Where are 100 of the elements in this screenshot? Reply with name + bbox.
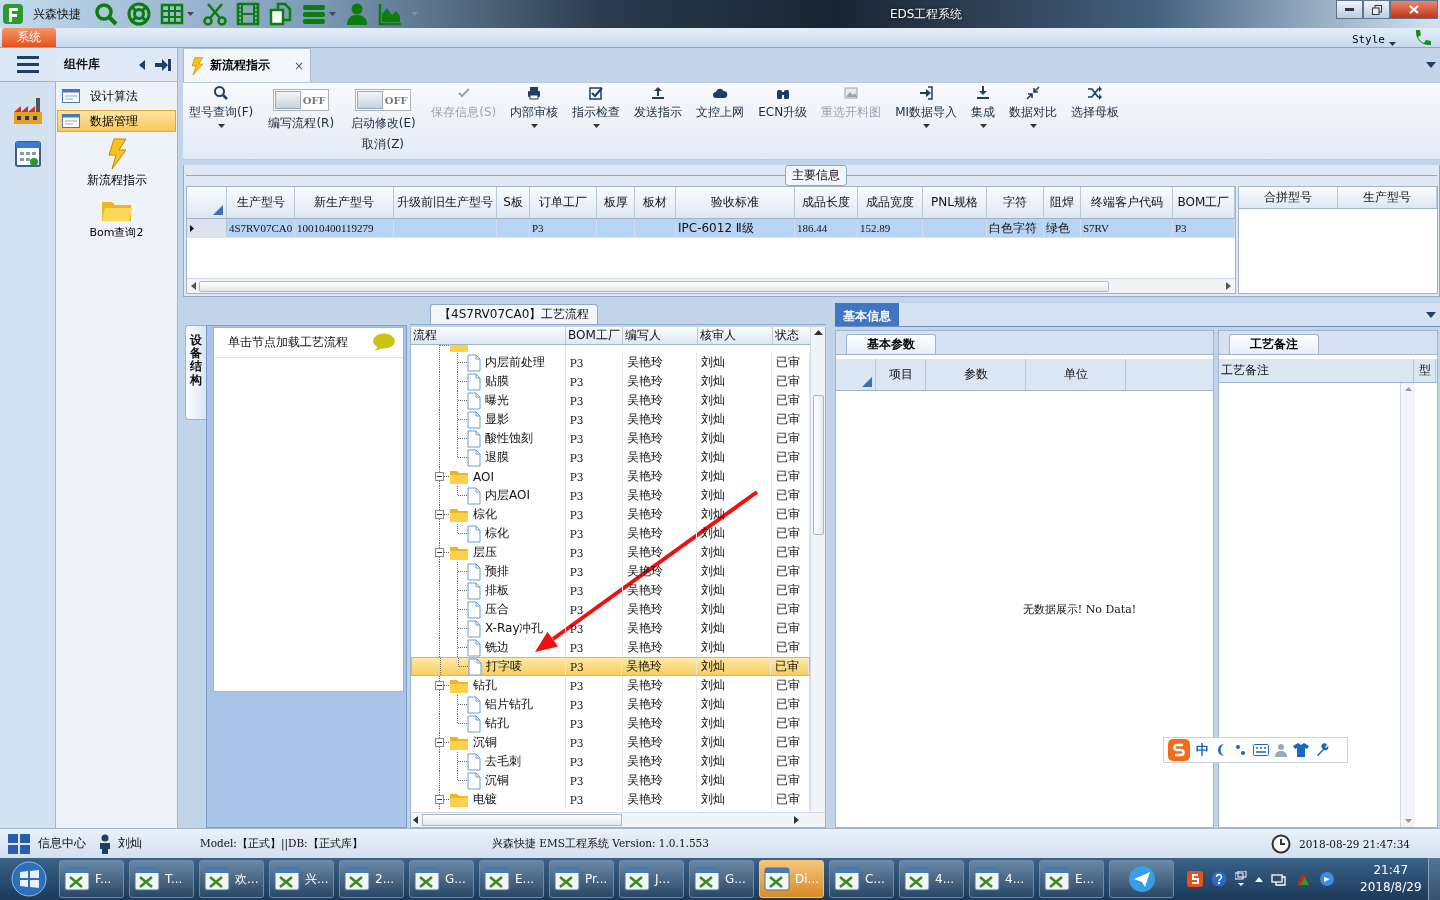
scrollbar[interactable]	[1400, 383, 1415, 827]
column-header[interactable]: 生产型号	[227, 187, 295, 218]
column-header[interactable]: 升级前旧生产型号	[394, 187, 497, 218]
tree-row[interactable]: 棕化 P3 吴艳玲 刘灿 已审	[411, 524, 811, 543]
column-header[interactable]: BOM工厂	[566, 327, 623, 344]
show-desktop-button[interactable]	[1428, 858, 1440, 900]
tree-row[interactable]: 钻孔 P3 吴艳玲 刘灿 已审	[411, 676, 811, 695]
column-header[interactable]: 型	[1414, 359, 1436, 382]
tree-row[interactable]: 钻孔 P3 吴艳玲 刘灿 已审	[411, 714, 811, 733]
column-header[interactable]: 工艺备注	[1219, 359, 1414, 382]
column-header[interactable]: 新生产型号	[295, 187, 394, 218]
collapse-icon[interactable]	[435, 548, 444, 557]
shield-icon[interactable]	[1319, 871, 1335, 887]
taskbar-button[interactable]: 2...	[339, 860, 404, 898]
table-icon[interactable]	[160, 2, 184, 26]
tree-node-label[interactable]: 铝片钻孔	[485, 696, 533, 713]
tree-row[interactable]: 内层AOI P3 吴艳玲 刘灿 已审	[411, 486, 811, 505]
toolbar-button[interactable]: 型号查询(F)	[187, 83, 256, 159]
calendar-icon[interactable]	[13, 138, 42, 168]
dropdown-icon[interactable]	[1426, 311, 1436, 318]
tree-node-label[interactable]: 钻孔	[473, 677, 497, 694]
input-method-icon[interactable]	[1187, 871, 1203, 887]
scrollbar[interactable]	[810, 327, 825, 812]
column-header[interactable]: S板	[497, 187, 530, 218]
scrollbar-thumb[interactable]	[422, 814, 622, 826]
tree-node-label[interactable]: X-Ray冲孔	[485, 620, 544, 637]
column-header[interactable]: 板材	[635, 187, 676, 218]
toolbar-button[interactable]: MI数据导入	[893, 83, 960, 159]
tree-node-label[interactable]: 退膜	[485, 449, 509, 466]
column-header[interactable]: 项目	[876, 359, 926, 390]
tree-row[interactable]: AOI P3 吴艳玲 刘灿 已审	[411, 467, 811, 486]
taskbar-button[interactable]: C...	[829, 860, 894, 898]
tree-node-label[interactable]: AOI	[473, 469, 494, 484]
close-tab-button[interactable]: ×	[293, 58, 304, 73]
show-hidden-icon[interactable]	[1255, 876, 1263, 882]
taskbar-button[interactable]: 欢...	[199, 860, 264, 898]
tree-node-label[interactable]: 预排	[485, 563, 509, 580]
toolbar-button[interactable]: 选择母板	[1069, 83, 1122, 159]
tree-row[interactable]: 酸性蚀刻 P3 吴艳玲 刘灿 已审	[411, 429, 811, 448]
column-header[interactable]: 板厚	[597, 187, 635, 218]
tree-node-label[interactable]: 内层AOI	[485, 487, 530, 504]
taskbar-button[interactable]: 兴...	[269, 860, 334, 898]
scrollbar-thumb[interactable]	[812, 395, 824, 535]
toolbar-button[interactable]: 发送指示	[632, 83, 685, 159]
style-menu[interactable]: Style	[1345, 32, 1402, 47]
tree-row[interactable]: X-Ray冲孔 P3 吴艳玲 刘灿 已审	[411, 619, 811, 638]
tree-row[interactable]: 显影 P3 吴艳玲 刘灿 已审	[411, 410, 811, 429]
column-header[interactable]: 验收标准	[676, 187, 795, 218]
panel-tab[interactable]: 工艺备注	[1229, 334, 1319, 354]
taskbar-button[interactable]: E...	[1039, 860, 1104, 898]
scrollbar[interactable]	[411, 812, 825, 827]
shirt-icon[interactable]	[1293, 743, 1309, 757]
tree-node-label[interactable]: 沉铜	[473, 734, 497, 751]
tree-row[interactable]: 打字唛 P3 吴艳玲 刘灿 已审	[411, 657, 811, 676]
taskbar-clock[interactable]: 21:47 2018/8/29	[1360, 862, 1422, 896]
column-header[interactable]: 参数	[926, 359, 1026, 390]
taskbar-button[interactable]: F...	[59, 860, 124, 898]
collapse-icon[interactable]	[435, 510, 444, 519]
tree-row[interactable]: 去毛刺 P3 吴艳玲 刘灿 已审	[411, 752, 811, 771]
taskbar-button[interactable]: 4...	[969, 860, 1034, 898]
tree-node-label[interactable]: 内层前处理	[485, 354, 545, 371]
column-header[interactable]: 终端客户代码	[1081, 187, 1173, 218]
tree-node-label[interactable]: 沉铜	[485, 772, 509, 789]
taskbar-button[interactable]: G...	[689, 860, 754, 898]
sidebar-item[interactable]: 数据管理	[57, 110, 176, 132]
minimize-button[interactable]	[1336, 0, 1363, 19]
scrollbar-thumb[interactable]	[199, 280, 1109, 292]
tree-node-label[interactable]: 曝光	[485, 392, 509, 409]
table-row[interactable]: 4S7RV07CA0 10010400119279 P3 IPC-6012 Ⅱ级 186.44 152.89 白色字符 绿色 S7RV P3	[187, 219, 1235, 238]
pin-icon[interactable]	[155, 57, 171, 72]
column-header[interactable]: 成品宽度	[858, 187, 923, 218]
column-header[interactable]: 编写人	[623, 327, 698, 344]
column-header[interactable]: 核审人	[698, 327, 773, 344]
toolbar-button[interactable]: 集成	[969, 83, 998, 159]
column-header[interactable]: PNL规格	[923, 187, 987, 218]
dropdown-icon[interactable]	[1426, 62, 1436, 68]
taskbar-button[interactable]: T...	[129, 860, 194, 898]
collapse-icon[interactable]	[435, 795, 444, 804]
panel-tab[interactable]: 基本信息	[835, 303, 899, 326]
column-header[interactable]: 成品长度	[795, 187, 858, 218]
tree-row[interactable]: 铝片钻孔 P3 吴艳玲 刘灿 已审	[411, 695, 811, 714]
tree-node-label[interactable]: 铣边	[485, 639, 509, 656]
toolbar-button[interactable]: 内部审核	[508, 83, 561, 159]
tree-node-label[interactable]: 排板	[485, 582, 509, 599]
lifebuoy-icon[interactable]	[127, 2, 151, 26]
column-header[interactable]: 阻焊	[1044, 187, 1081, 218]
tree-row[interactable]: 层压 P3 吴艳玲 刘灿 已审	[411, 543, 811, 562]
alert-icon[interactable]	[1295, 871, 1311, 887]
column-header[interactable]: 订单工厂	[530, 187, 597, 218]
tree-row[interactable]: 沉铜 P3 吴艳玲 刘灿 已审	[411, 733, 811, 752]
tree-node-label[interactable]: 压合	[485, 601, 509, 618]
taskbar-button[interactable]: E...	[479, 860, 544, 898]
search-icon[interactable]	[94, 2, 118, 26]
windows-stack-icon[interactable]	[1235, 871, 1247, 887]
sidebar-item[interactable]: 设计算法	[57, 85, 176, 107]
tool-button[interactable]: Bom查询2	[56, 195, 177, 242]
tree-node-label[interactable]: 酸性蚀刻	[485, 430, 533, 447]
keyboard-icon[interactable]	[1253, 744, 1269, 756]
punctuation-icon[interactable]	[1235, 743, 1247, 757]
tree-node-label[interactable]: 棕化	[485, 525, 509, 542]
